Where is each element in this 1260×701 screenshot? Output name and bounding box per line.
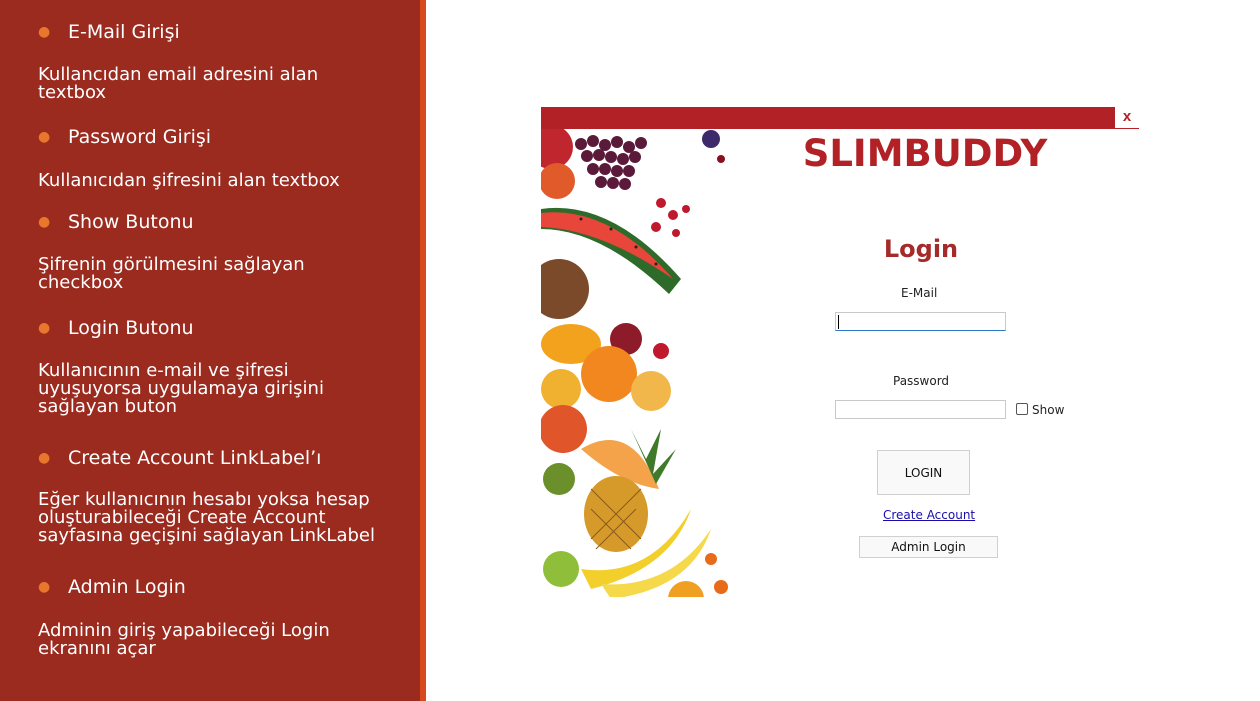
desc-line: textbox	[38, 82, 107, 103]
login-window: x SLIMBUDDY Login E-Mail Password Show L…	[541, 107, 1139, 597]
bullet-title: E-Mail Girişi	[68, 21, 180, 43]
login-button[interactable]: LOGIN	[877, 450, 970, 495]
desc-admin-login: Adminin giriş yapabileceği Login ekranın…	[38, 622, 408, 658]
desc-line: checkbox	[38, 272, 124, 293]
slide-accent-bar	[420, 0, 426, 701]
create-account-link[interactable]: Create Account	[883, 508, 975, 522]
app-brand-title: SLIMBUDDY	[802, 132, 1048, 175]
bullet-title: Show Butonu	[68, 211, 194, 233]
bullet-dot-icon: ●	[38, 214, 51, 230]
bullet-dot-icon: ●	[38, 450, 51, 466]
bullet-dot-icon: ●	[38, 579, 51, 595]
login-heading: Login	[883, 235, 959, 263]
password-field[interactable]	[835, 400, 1006, 419]
bullet-dot-icon: ●	[38, 24, 51, 40]
slide-left-panel	[0, 0, 420, 701]
bullet-title: Admin Login	[68, 576, 186, 598]
fruit-illustration	[541, 129, 736, 597]
window-titlebar	[541, 107, 1115, 129]
email-field[interactable]	[835, 312, 1006, 331]
desc-line: Kullanıcıdan şifresini alan textbox	[38, 170, 340, 191]
bullet-title: Password Girişi	[68, 126, 212, 148]
bullet-dot-icon: ●	[38, 320, 51, 336]
desc-create-account: Eğer kullanıcının hesabı yoksa hesap olu…	[38, 491, 418, 545]
email-label: E-Mail	[901, 286, 938, 300]
desc-email: Kullancıdan email adresini alan textbox	[38, 66, 408, 102]
admin-login-button[interactable]: Admin Login	[859, 536, 998, 558]
desc-login: Kullanıcının e-mail ve şifresi uyuşuyors…	[38, 362, 408, 416]
bullet-title: Login Butonu	[68, 317, 194, 339]
show-password-checkbox[interactable]	[1016, 403, 1028, 415]
bullet-title: Create Account LinkLabel’ı	[68, 447, 322, 469]
desc-line: ekranını açar	[38, 638, 156, 659]
desc-show: Şifrenin görülmesini sağlayan checkbox	[38, 256, 408, 292]
desc-line: sağlayan buton	[38, 396, 177, 417]
desc-password: Kullanıcıdan şifresini alan textbox	[38, 172, 408, 190]
text-cursor	[838, 315, 839, 329]
fruit-image	[541, 129, 736, 597]
desc-line: sayfasına geçişini sağlayan LinkLabel	[38, 525, 375, 546]
show-label: Show	[1032, 403, 1065, 417]
password-label: Password	[893, 374, 950, 388]
close-button[interactable]: x	[1115, 107, 1139, 129]
bullet-dot-icon: ●	[38, 129, 51, 145]
